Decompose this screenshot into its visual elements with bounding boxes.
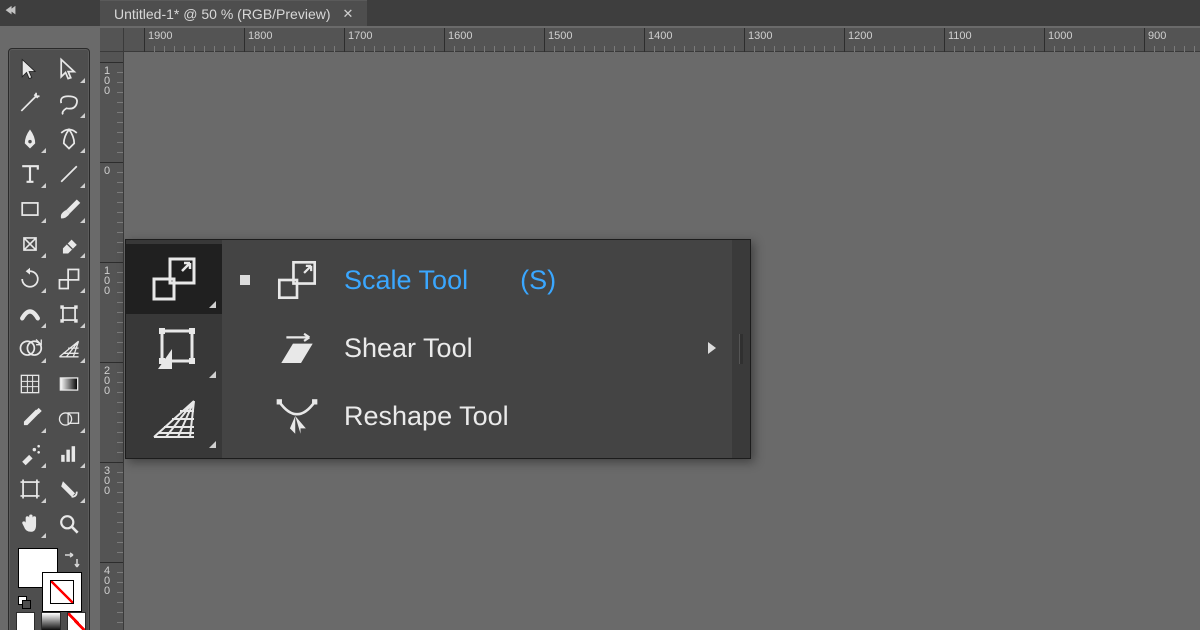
swap-fill-stroke-icon[interactable] <box>62 552 80 570</box>
zoom-tool[interactable] <box>51 508 87 540</box>
document-tab-title: Untitled-1* @ 50 % (RGB/Preview) <box>114 6 331 22</box>
ruler-h-label: 1000 <box>1048 30 1072 42</box>
rectangle-tool[interactable] <box>12 193 48 225</box>
type-tool[interactable] <box>12 158 48 190</box>
mesh-tool[interactable] <box>12 368 48 400</box>
eyedropper-tool[interactable] <box>12 403 48 435</box>
tool-flyout: Scale Tool (S) Shear Tool <box>125 239 751 459</box>
document-tab-row: Untitled-1* @ 50 % (RGB/Preview) ✕ <box>100 0 367 26</box>
flyout-item-shear[interactable]: Shear Tool <box>222 314 732 382</box>
tool-flyout-column <box>126 240 222 458</box>
ruler-v-label: 0 <box>104 166 110 176</box>
ruler-h-label: 900 <box>1148 30 1166 42</box>
ruler-v-label: 100 <box>104 266 110 296</box>
eraser-tool[interactable] <box>51 228 87 260</box>
tool-flyout-menu: Scale Tool (S) Shear Tool <box>222 240 732 458</box>
pen-tool[interactable] <box>12 123 48 155</box>
magic-wand-tool[interactable] <box>12 88 48 120</box>
flyout-item-shortcut: (S) <box>520 265 556 296</box>
hand-tool[interactable] <box>12 508 48 540</box>
ruler-h-label: 1300 <box>748 30 772 42</box>
color-mode-none[interactable] <box>67 612 86 630</box>
document-tab[interactable]: Untitled-1* @ 50 % (RGB/Preview) ✕ <box>100 0 367 26</box>
artboard-tool[interactable] <box>12 473 48 505</box>
color-mode-row <box>12 612 86 630</box>
width-tool[interactable] <box>12 298 48 330</box>
ruler-h-label: 1700 <box>348 30 372 42</box>
ruler-v-label: 200 <box>104 366 110 396</box>
reshape-icon <box>272 393 322 439</box>
color-mode-solid[interactable] <box>16 612 35 630</box>
line-segment-tool[interactable] <box>51 158 87 190</box>
paintbrush-tool[interactable] <box>51 193 87 225</box>
default-fill-stroke-icon[interactable] <box>18 596 32 610</box>
flyout-item-scale[interactable]: Scale Tool (S) <box>222 246 732 314</box>
ruler-h-label: 1800 <box>248 30 272 42</box>
direct-selection-tool[interactable] <box>51 53 87 85</box>
shear-icon <box>272 325 322 371</box>
flyout-free-transform-tool-icon[interactable] <box>126 314 222 384</box>
shaper-tool[interactable] <box>12 228 48 260</box>
flyout-perspective-tool-icon[interactable] <box>126 384 222 454</box>
ruler-origin[interactable] <box>100 28 124 52</box>
scale-icon <box>272 257 322 303</box>
flyout-item-reshape[interactable]: Reshape Tool <box>222 382 732 450</box>
panel-collapse-icon[interactable]: ◀◀ <box>6 3 14 16</box>
selection-tool[interactable] <box>12 53 48 85</box>
curvature-pen-tool[interactable] <box>51 123 87 155</box>
submenu-arrow-icon <box>708 342 716 354</box>
flyout-item-label: Shear Tool <box>344 333 473 364</box>
flyout-item-label: Reshape Tool <box>344 401 509 432</box>
gradient-tool[interactable] <box>51 368 87 400</box>
column-graph-tool[interactable] <box>51 438 87 470</box>
slice-tool[interactable] <box>51 473 87 505</box>
shape-builder-tool[interactable] <box>12 333 48 365</box>
flyout-selected-marker <box>240 275 250 285</box>
close-icon[interactable]: ✕ <box>341 6 356 22</box>
ruler-v-label: 400 <box>104 566 110 596</box>
ruler-h-label: 1900 <box>148 30 172 42</box>
blend-tool[interactable] <box>51 403 87 435</box>
free-transform-tool[interactable] <box>51 298 87 330</box>
fill-stroke-swatches[interactable] <box>12 546 86 612</box>
rotate-tool[interactable] <box>12 263 48 295</box>
ruler-h-label: 1400 <box>648 30 672 42</box>
ruler-vertical[interactable]: 100 0 100 200 300 400 <box>100 52 124 630</box>
stroke-swatch[interactable] <box>42 572 82 612</box>
perspective-grid-tool[interactable] <box>51 333 87 365</box>
ruler-h-label: 1600 <box>448 30 472 42</box>
color-mode-gradient[interactable] <box>41 612 60 630</box>
scale-tool[interactable] <box>51 263 87 295</box>
tools-panel <box>8 48 90 630</box>
flyout-scale-tool-icon[interactable] <box>126 244 222 314</box>
ruler-h-label: 1500 <box>548 30 572 42</box>
ruler-v-label: 100 <box>104 66 110 96</box>
tearoff-handle[interactable] <box>732 240 750 458</box>
ruler-h-label: 1200 <box>848 30 872 42</box>
flyout-item-label: Scale Tool <box>344 265 468 296</box>
ruler-horizontal[interactable]: 1900 1800 1700 1600 1500 1400 1300 1200 1100 1000… <box>100 28 1200 52</box>
lasso-tool[interactable] <box>51 88 87 120</box>
ruler-h-label: 1100 <box>948 30 972 42</box>
ruler-v-label: 300 <box>104 466 110 496</box>
symbol-sprayer-tool[interactable] <box>12 438 48 470</box>
